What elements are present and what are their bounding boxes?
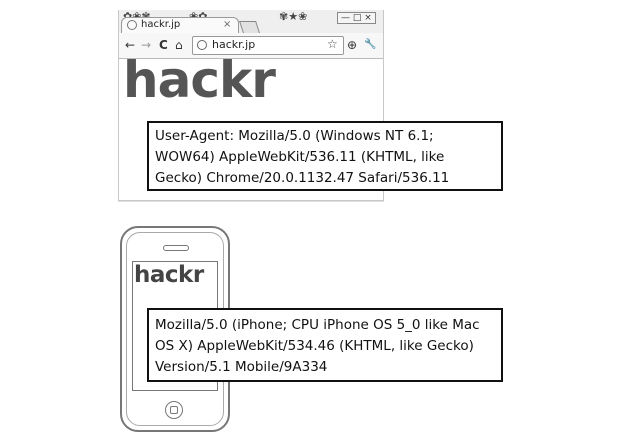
hackr-logo: hackr bbox=[123, 51, 276, 109]
hackr-logo-mobile: hackr bbox=[134, 262, 204, 288]
page-menu-icon[interactable]: ⊕ bbox=[347, 37, 357, 53]
bookmark-star-icon[interactable]: ☆ bbox=[327, 37, 338, 51]
tab-title: hackr.jp bbox=[141, 19, 181, 30]
floral-theme-decoration: ✾★❀ bbox=[279, 10, 308, 23]
new-tab-button[interactable] bbox=[239, 21, 260, 33]
address-bar-url: hackr.jp bbox=[212, 38, 256, 51]
home-button-icon[interactable] bbox=[165, 401, 183, 419]
speaker-icon bbox=[163, 245, 189, 251]
wrench-icon[interactable]: 🔧 bbox=[364, 37, 376, 53]
globe-icon bbox=[127, 20, 137, 30]
mobile-user-agent-callout: Mozilla/5.0 (iPhone; CPU iPhone OS 5_0 l… bbox=[147, 308, 503, 382]
window-controls[interactable]: — □ × bbox=[337, 12, 376, 24]
tab-strip: ✿❀✾ ❀✿ ✾★❀ hackr.jp × — □ × bbox=[119, 10, 383, 33]
close-icon[interactable]: × bbox=[223, 19, 231, 30]
desktop-user-agent-callout: User-Agent: Mozilla/5.0 (Windows NT 6.1;… bbox=[147, 121, 503, 191]
globe-icon bbox=[197, 40, 207, 50]
browser-tab[interactable]: hackr.jp × bbox=[121, 17, 239, 33]
